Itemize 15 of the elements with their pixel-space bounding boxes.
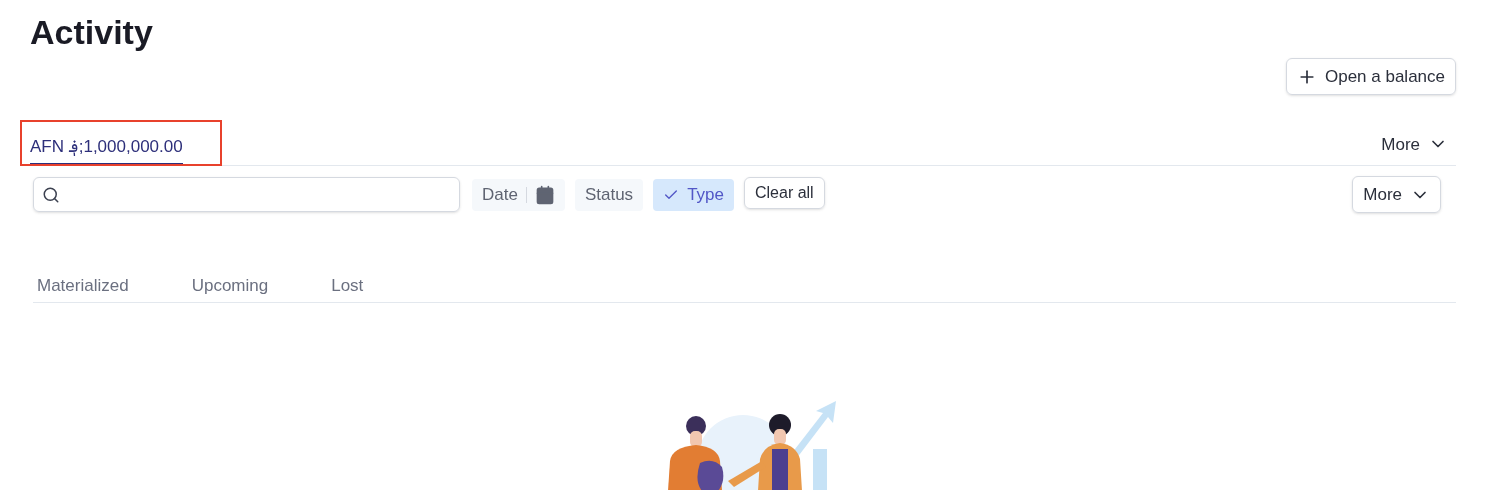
balance-tab[interactable]: AFN ؋;1,000,000.00 <box>30 133 183 165</box>
activity-tab[interactable]: Materialized <box>37 273 129 299</box>
activity-tab[interactable]: Lost <box>331 273 364 299</box>
calendar-icon <box>534 184 555 205</box>
search-icon <box>42 185 60 204</box>
filter-chip[interactable]: Status <box>574 178 644 211</box>
more-dropdown[interactable]: More <box>1381 131 1456 165</box>
activity-tab[interactable]: Upcoming <box>191 273 269 299</box>
open-balance-button[interactable]: Open a balance <box>1285 58 1456 95</box>
filter-chip[interactable]: Date <box>472 178 565 211</box>
search-field[interactable] <box>33 177 460 212</box>
clear-all-button[interactable]: Clear all <box>744 177 825 209</box>
filter-chip[interactable]: Type <box>653 178 734 211</box>
page-title: Activity <box>30 12 154 52</box>
more-button[interactable]: More <box>1352 176 1441 213</box>
